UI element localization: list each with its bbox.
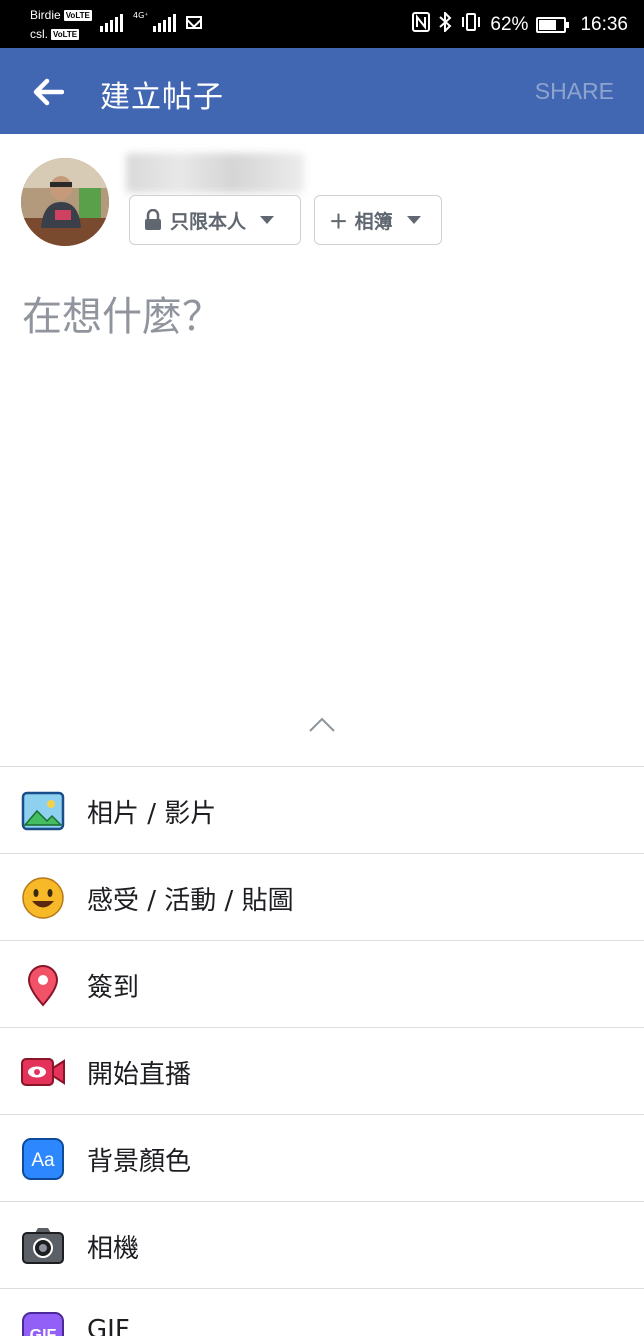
gif-icon: GIF: [22, 1312, 64, 1336]
status-bar: Birdie VoLTE csl. VoLTE 4G⁺ 62% 16:36: [0, 0, 644, 48]
option-feeling[interactable]: 感受 / 活動 / 貼圖: [0, 853, 644, 940]
live-video-icon: [21, 1058, 65, 1086]
carrier-2: csl.: [30, 27, 48, 41]
app-bar: 建立帖子 SHARE: [0, 48, 644, 134]
vibrate-icon: [460, 12, 482, 37]
chevron-up-icon[interactable]: [309, 714, 335, 734]
nfc-icon: [412, 12, 431, 37]
user-name-redacted: [126, 153, 304, 193]
photo-icon: [21, 791, 65, 831]
clock: 16:36: [580, 13, 628, 35]
lock-icon: [145, 209, 161, 230]
chevron-down-icon: [406, 216, 421, 224]
location-pin-icon: [27, 965, 59, 1007]
battery-icon: [536, 16, 570, 33]
system-indicators: 62% 16:36: [412, 10, 628, 37]
option-label: 相片 / 影片: [87, 799, 217, 829]
network-type: 4G⁺: [133, 11, 149, 20]
share-button[interactable]: SHARE: [535, 78, 614, 105]
bluetooth-icon: [438, 10, 452, 37]
option-camera[interactable]: 相機: [0, 1201, 644, 1288]
post-text-input[interactable]: 在想什麼？: [22, 284, 222, 342]
option-live[interactable]: 開始直播: [0, 1027, 644, 1114]
privacy-selector[interactable]: 只限本人: [129, 195, 301, 245]
back-button[interactable]: [26, 70, 70, 114]
option-label: 簽到: [87, 973, 140, 1003]
battery-percent: 62%: [490, 13, 529, 35]
option-photo-video[interactable]: 相片 / 影片: [0, 766, 644, 853]
option-label: 背景顏色: [87, 1147, 192, 1177]
album-label: ＋ 相簿: [329, 210, 393, 233]
battery-level: [539, 19, 556, 30]
option-label: GIF: [87, 1315, 130, 1336]
chevron-down-icon: [260, 216, 275, 224]
avatar[interactable]: [21, 158, 109, 246]
volte-badge: VoLTE: [63, 10, 92, 21]
volte-badge: VoLTE: [51, 29, 80, 40]
signal-icon: 4G⁺: [133, 12, 176, 32]
option-gif[interactable]: GIF GIF: [0, 1288, 644, 1336]
option-check-in[interactable]: 簽到: [0, 940, 644, 1027]
page-title: 建立帖子: [100, 80, 224, 115]
option-label: 相機: [87, 1234, 140, 1264]
post-options-list: 相片 / 影片 感受 / 活動 / 貼圖 簽到 開始直播 Aa 背景顏色 相機 …: [0, 766, 644, 1336]
option-label: 開始直播: [87, 1060, 192, 1090]
camera-icon: [22, 1228, 64, 1264]
mail-icon: [185, 16, 202, 29]
carrier-info: Birdie VoLTE csl. VoLTE: [30, 6, 92, 44]
smiley-icon: [22, 877, 64, 919]
back-arrow-icon: [33, 78, 64, 106]
option-background[interactable]: Aa 背景顏色: [0, 1114, 644, 1201]
svg-text:GIF: GIF: [30, 1327, 57, 1336]
signal-indicators: 4G⁺: [100, 12, 202, 32]
text-background-icon: Aa: [22, 1138, 64, 1180]
signal-icon: [100, 12, 123, 32]
carrier-1: Birdie: [30, 8, 61, 22]
privacy-label: 只限本人: [170, 210, 247, 233]
option-label: 感受 / 活動 / 貼圖: [87, 886, 294, 916]
album-selector[interactable]: ＋ 相簿: [314, 195, 442, 245]
svg-text:Aa: Aa: [31, 1150, 55, 1171]
